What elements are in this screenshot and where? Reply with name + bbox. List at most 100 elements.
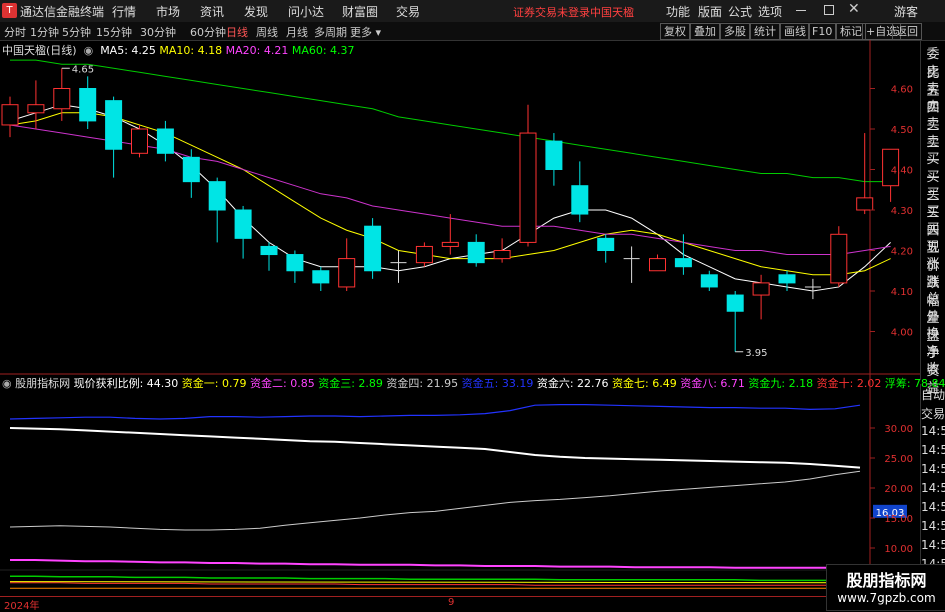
current-stock-name: 中国天楹 (590, 6, 634, 19)
candle (79, 76, 97, 129)
price-label-3: 4.30 (891, 206, 913, 217)
candle-body (726, 294, 744, 312)
watermark: 股朋指标网 www.7gpzb.com (826, 564, 945, 611)
candle (105, 96, 123, 178)
period-tab-9[interactable]: 多周期 (314, 24, 347, 40)
lower-side-label-5: 14:56 (921, 481, 945, 495)
menu-hangqing[interactable]: 行情 (112, 3, 136, 20)
lower-label-2: 20.00 (884, 484, 913, 495)
candle-body (571, 185, 589, 215)
menu-gongneng[interactable]: 功能 (666, 3, 690, 20)
price-label-1: 4.50 (891, 125, 913, 136)
candle-body (105, 100, 123, 150)
menu-xuanxiang[interactable]: 选项 (758, 3, 782, 20)
indicator-line-0 (9, 404, 861, 420)
high-label: 4.65 (72, 64, 94, 75)
candle-body (1, 104, 19, 126)
candle (597, 234, 615, 263)
candle-body (338, 258, 356, 288)
lower-sidebar: 自动交易14:5614:5614:5614:5614:5614:5614:561… (920, 384, 945, 609)
ma-line-ma60 (10, 59, 891, 183)
app-title: 通达信金融终端 (20, 5, 105, 19)
watermark-title: 股朋指标网 (846, 571, 927, 590)
time-label-year: 2024年 (4, 601, 40, 612)
candle-body (182, 156, 200, 183)
candle-body (156, 128, 174, 154)
period-tab-0[interactable]: 分时 (4, 24, 26, 40)
candle (156, 120, 174, 162)
tool-button-0[interactable]: 复权 (660, 23, 690, 40)
candle-body (53, 88, 71, 110)
login-warning[interactable]: 证券交易未登录 (513, 4, 590, 20)
time-axis: 2024年 9 (0, 596, 920, 612)
menu-caifuquan[interactable]: 财富圈 (342, 3, 378, 20)
indicator-line-3 (10, 559, 860, 569)
close-icon[interactable]: ✕ (848, 1, 860, 17)
indicator-line-1 (9, 427, 861, 469)
candle (415, 242, 433, 267)
tool-button-1[interactable]: 叠加 (690, 23, 720, 40)
tool-button-5[interactable]: F10 (808, 23, 837, 40)
maximize-icon[interactable] (824, 5, 834, 15)
lower-label-4: 15.00 (884, 514, 913, 525)
tool-button-8[interactable]: 返回 (892, 23, 922, 40)
menu-wenxiaoda[interactable]: 问小达 (288, 3, 324, 20)
menu-banmian[interactable]: 版面 (698, 3, 722, 20)
candle (519, 104, 537, 247)
period-tab-6[interactable]: 日线 (226, 24, 248, 40)
title-bar: T 通达信金融终端 行情 市场 资讯 发现 问小达 财富圈 交易 证券交易未登录… (0, 0, 945, 23)
candle-body (260, 245, 278, 256)
candle (545, 133, 563, 186)
lower-side-label-7: 14:56 (921, 519, 945, 533)
candle-body (752, 282, 770, 296)
app-logo-icon: T (2, 3, 17, 18)
price-label-6: 4.00 (891, 328, 913, 339)
candle-body (778, 274, 796, 284)
candle (234, 205, 252, 259)
indicator-line-5 (10, 582, 860, 586)
candle-body (208, 181, 226, 211)
candle (830, 226, 848, 287)
candle (208, 177, 226, 243)
lower-side-label-6: 14:56 (921, 500, 945, 514)
candle-body (415, 245, 433, 264)
period-tab-8[interactable]: 月线 (286, 24, 308, 40)
period-tab-1[interactable]: 1分钟 (30, 24, 59, 40)
period-toolbar: 分时 1分钟 5分钟 15分钟 30分钟 60分钟 日线 周线 月线 多周期 更多 ▾ 复权 叠加 多股… (0, 22, 945, 41)
period-tab-2[interactable]: 5分钟 (62, 24, 91, 40)
tool-button-4[interactable]: 画线 (780, 23, 810, 40)
period-tab-5[interactable]: 60分钟 (190, 24, 226, 40)
menu-gongshi[interactable]: 公式 (728, 3, 752, 20)
candle-body (830, 233, 848, 284)
candle-body (493, 250, 511, 260)
indicator-line-2 (9, 470, 861, 531)
minimize-icon[interactable] (796, 10, 806, 11)
period-tab-3[interactable]: 15分钟 (96, 24, 132, 40)
candle (260, 242, 278, 271)
menu-faxian[interactable]: 发现 (244, 3, 268, 20)
price-label-0: 4.60 (891, 85, 913, 96)
period-tab-7[interactable]: 周线 (256, 24, 278, 40)
watermark-url: www.7gpzb.com (837, 591, 936, 605)
menu-zixun[interactable]: 资讯 (200, 3, 224, 20)
tool-button-2[interactable]: 多股 (720, 23, 750, 40)
candle (467, 234, 485, 267)
candle (286, 250, 304, 283)
kline-chart[interactable]: 4.65 3.95 4.60 4.50 4.40 4.30 4.20 4.10 4.00 30.… (0, 40, 920, 609)
quote-sidebar: 委比 卖五 卖四 卖三 卖二 卖一 买一 买二 买三 买四 买五 现价 涨跌 涨幅 总量 外盘 换手 净资 收益 (920, 40, 945, 396)
guest-label[interactable]: 游客 (894, 3, 918, 20)
candle (131, 124, 148, 158)
candle-body (441, 241, 459, 247)
candle (726, 291, 744, 352)
menu-jiaoyi[interactable]: 交易 (396, 3, 420, 20)
candle-body (597, 237, 615, 252)
candle-body (79, 88, 97, 122)
candle-body (312, 270, 330, 284)
menu-shichang[interactable]: 市场 (156, 3, 180, 20)
candle-body (286, 254, 304, 272)
period-tab-4[interactable]: 30分钟 (140, 24, 176, 40)
period-tab-10[interactable]: 更多 ▾ (350, 24, 381, 40)
candle-body (649, 258, 666, 272)
candle-body (467, 241, 485, 264)
tool-button-3[interactable]: 统计 (750, 23, 780, 40)
